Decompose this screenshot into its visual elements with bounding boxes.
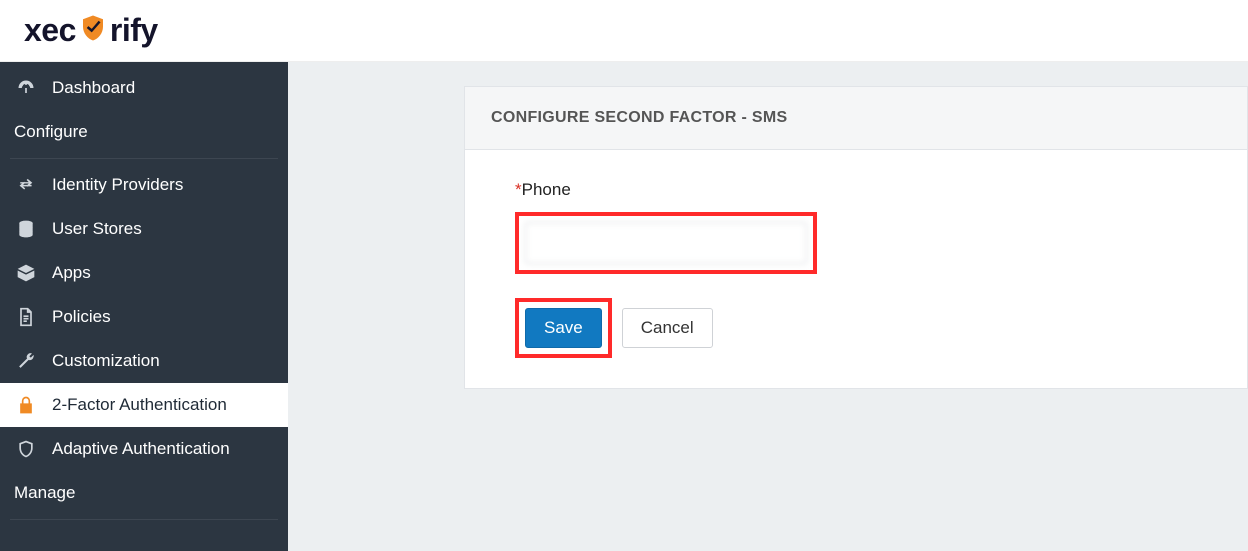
config-card: CONFIGURE SECOND FACTOR - SMS *Phone Sav… [464, 86, 1248, 389]
sidebar-item-dashboard[interactable]: Dashboard [0, 66, 288, 110]
wrench-icon [14, 351, 38, 371]
phone-label: Phone [522, 180, 571, 199]
sidebar-section-configure: Configure [0, 110, 288, 154]
card-title: CONFIGURE SECOND FACTOR - SMS [465, 87, 1247, 150]
sidebar-divider [10, 158, 278, 159]
sidebar-item-user-stores[interactable]: User Stores [0, 207, 288, 251]
sidebar-item-policies[interactable]: Policies [0, 295, 288, 339]
sidebar: Dashboard Configure Identity Providers U… [0, 62, 288, 551]
sidebar-item-label: Adaptive Authentication [52, 439, 230, 459]
shield-outline-icon [14, 439, 38, 459]
logo-text-after: rify [110, 12, 158, 49]
sidebar-item-label: Identity Providers [52, 175, 183, 195]
dashboard-icon [14, 78, 38, 98]
swap-icon [14, 175, 38, 195]
document-icon [14, 307, 38, 327]
top-bar: xec rify [0, 0, 1248, 62]
cancel-button[interactable]: Cancel [622, 308, 713, 348]
sidebar-item-label: Customization [52, 351, 160, 371]
save-button[interactable]: Save [525, 308, 602, 348]
card-body: *Phone Save Cancel [465, 150, 1247, 388]
required-mark: * [515, 180, 522, 199]
lock-icon [14, 395, 38, 415]
sidebar-item-label: Apps [52, 263, 91, 283]
sidebar-item-label: User Stores [52, 219, 142, 239]
logo-text-before: xec [24, 12, 76, 49]
sidebar-section-manage: Manage [0, 471, 288, 515]
button-row: Save Cancel [515, 298, 1207, 358]
phone-label-line: *Phone [515, 180, 1207, 200]
sidebar-item-label: 2-Factor Authentication [52, 395, 227, 415]
phone-input-highlight [515, 212, 817, 274]
sidebar-item-identity-providers[interactable]: Identity Providers [0, 163, 288, 207]
phone-field[interactable] [525, 222, 807, 264]
brand-logo[interactable]: xec rify [24, 12, 158, 49]
sidebar-divider [10, 519, 278, 520]
shield-icon [78, 13, 108, 48]
sidebar-item-customization[interactable]: Customization [0, 339, 288, 383]
save-button-highlight: Save [515, 298, 612, 358]
database-icon [14, 219, 38, 239]
content-area: CONFIGURE SECOND FACTOR - SMS *Phone Sav… [288, 62, 1248, 551]
sidebar-item-2fa[interactable]: 2-Factor Authentication [0, 383, 288, 427]
sidebar-item-apps[interactable]: Apps [0, 251, 288, 295]
sidebar-item-label: Dashboard [52, 78, 135, 98]
box-icon [14, 263, 38, 283]
sidebar-item-label: Policies [52, 307, 111, 327]
sidebar-item-adaptive-auth[interactable]: Adaptive Authentication [0, 427, 288, 471]
